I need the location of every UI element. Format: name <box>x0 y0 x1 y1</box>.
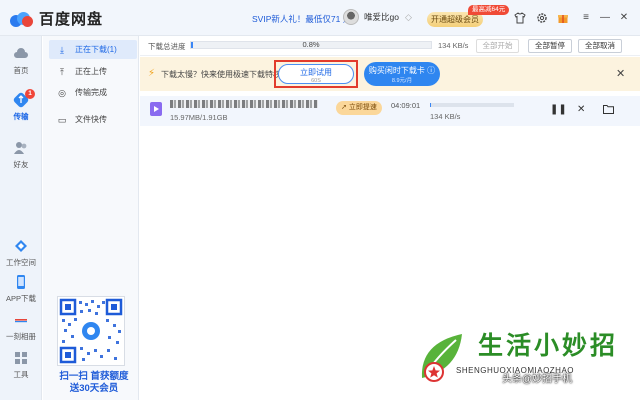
upload-icon: ⤒ <box>60 66 64 77</box>
download-icon: ⤓ <box>60 44 64 55</box>
total-progress-row: 下载总进度 0.8% 134 KB/s 全部开始 全部暂停 全部取消 <box>140 36 640 56</box>
watermark: 生活小妙招 SHENGHUOXIAOMIAOZHAO 头条@妙招手机 <box>412 318 640 400</box>
sidebar-item-friends[interactable]: 好友 <box>0 140 42 170</box>
check-circle-icon: ◎ <box>58 87 66 98</box>
album-icon <box>15 319 27 323</box>
sidebar-item-label: 传输 <box>13 112 29 121</box>
baidu-cloud-icon <box>10 10 34 28</box>
speedup-banner: ⚡ 下载太慢？快来使用极速下载特权 立即试用 60S 购买闲时下载卡 ⓘ 8.9… <box>140 57 640 91</box>
try-now-sub: 60S <box>311 78 321 84</box>
submenu-completed[interactable]: ◎ 传输完成 <box>49 83 137 102</box>
submenu-label: 文件快传 <box>75 115 107 124</box>
sidebar-item-tools[interactable]: 工具 <box>0 350 42 380</box>
leaf-logo-icon <box>421 334 462 382</box>
friends-icon <box>14 142 27 154</box>
buy-idle-card-button[interactable]: 购买闲时下载卡 ⓘ 8.9元/月 <box>364 62 440 86</box>
left-sidebar: 首页 1 传输 好友 工作空间 APP下载 一刻相册 工具 <box>0 36 42 400</box>
promo-badge: 最高减64元 <box>468 5 510 15</box>
qr-code <box>57 296 125 366</box>
svip-promo-link[interactable]: SVIP新人礼！最低仅71 元 <box>252 13 351 25</box>
submenu-label: 传输完成 <box>75 88 107 97</box>
gear-icon[interactable] <box>536 12 548 24</box>
folder-icon[interactable] <box>603 104 614 117</box>
monitor-icon: ▭ <box>57 114 67 125</box>
menu-icon[interactable]: ≡ <box>580 12 592 24</box>
sidebar-item-label: APP下载 <box>5 294 36 303</box>
minimize-icon[interactable]: — <box>599 12 611 24</box>
video-file-icon <box>150 102 162 116</box>
download-task-row[interactable]: 15.97MB/1.91GB ➚ 立即提速 04:09:01 134 KB/s … <box>140 96 640 126</box>
submenu-uploading[interactable]: ⤒ 正在上传 <box>49 62 137 81</box>
sidebar-item-label: 工具 <box>13 370 29 379</box>
app-logo: 百度网盘 <box>10 8 103 29</box>
lightning-icon: ⚡ <box>148 68 156 79</box>
banner-text: 下载太慢？快来使用极速下载特权 <box>161 70 281 79</box>
boost-button[interactable]: ➚ 立即提速 <box>336 101 382 115</box>
tools-icon <box>15 352 27 364</box>
try-now-button[interactable]: 立即试用 60S <box>278 64 354 84</box>
total-progress-percent: 0.8% <box>302 40 320 49</box>
task-speed: 134 KB/s <box>430 112 461 121</box>
app-name: 百度网盘 <box>39 11 104 28</box>
sidebar-item-home[interactable]: 首页 <box>0 46 42 76</box>
info-icon: ⓘ <box>427 66 436 75</box>
transfer-badge: 1 <box>25 89 35 99</box>
qr-caption-line2: 送30天会员 <box>69 383 119 394</box>
pause-icon[interactable]: ❚❚ <box>550 104 567 115</box>
buy-idle-card-label: 购买闲时下载卡 ⓘ <box>368 66 436 75</box>
banner-close-icon[interactable]: ✕ <box>616 67 625 80</box>
task-progress-fill <box>430 103 431 107</box>
submenu-label: 正在上传 <box>75 67 107 76</box>
sidebar-item-label: 一刻相册 <box>6 332 36 341</box>
watermark-title: 生活小妙招 <box>478 331 619 360</box>
diamond-icon: ◇ <box>404 12 412 22</box>
rocket-icon: ➚ <box>341 104 347 111</box>
submenu-downloading[interactable]: ⤓ 正在下载(1) <box>49 40 137 59</box>
sidebar-item-label: 工作空间 <box>6 258 36 267</box>
gift-icon[interactable] <box>557 12 569 24</box>
task-progress-bar <box>430 103 514 107</box>
time-remaining: 04:09:01 <box>391 101 421 110</box>
sidebar-item-transfer[interactable]: 1 传输 <box>0 89 42 122</box>
try-now-highlight[interactable]: 立即试用 60S <box>274 60 358 88</box>
sidebar-item-album[interactable]: 一刻相册 <box>0 312 42 342</box>
close-icon[interactable]: ✕ <box>618 12 630 24</box>
sidebar-item-label: 好友 <box>13 160 29 169</box>
total-speed: 134 KB/s <box>438 41 469 50</box>
submenu-label: 正在下载(1) <box>75 45 117 54</box>
file-size-progress: 15.97MB/1.91GB <box>170 113 228 122</box>
transfer-submenu: ⤓ 正在下载(1) ⤒ 正在上传 ◎ 传输完成 ▭ 文件快传 扫一扫 首获额度 … <box>43 36 139 400</box>
submenu-quick-transfer[interactable]: ▭ 文件快传 <box>49 110 137 129</box>
user-profile[interactable]: 唯爱比go ◇ <box>343 9 415 25</box>
buy-idle-card-price: 8.9元/月 <box>391 78 413 84</box>
total-progress-label: 下载总进度 <box>148 42 186 51</box>
avatar[interactable] <box>343 9 359 25</box>
try-now-label: 立即试用 <box>300 68 332 77</box>
sidebar-item-workspace[interactable]: 工作空间 <box>0 238 42 268</box>
sidebar-item-label: 首页 <box>13 66 29 75</box>
title-bar: 百度网盘 SVIP新人礼！最低仅71 元 唯爱比go ◇ 开通超级会员 最高减6… <box>0 0 640 36</box>
cancel-task-icon[interactable]: ✕ <box>577 104 585 115</box>
shirt-icon[interactable] <box>514 12 526 24</box>
pause-all-button[interactable]: 全部暂停 <box>528 39 572 53</box>
username[interactable]: 唯爱比go <box>364 11 399 23</box>
start-all-button[interactable]: 全部开始 <box>476 39 519 53</box>
workspace-icon <box>15 240 27 252</box>
sidebar-item-app-download[interactable]: APP下载 <box>0 274 42 304</box>
phone-icon <box>17 275 25 289</box>
cloud-icon <box>14 48 28 58</box>
cancel-all-button[interactable]: 全部取消 <box>578 39 622 53</box>
watermark-tag: 头条@妙招手机 <box>502 374 573 385</box>
file-name-obscured <box>170 100 318 108</box>
